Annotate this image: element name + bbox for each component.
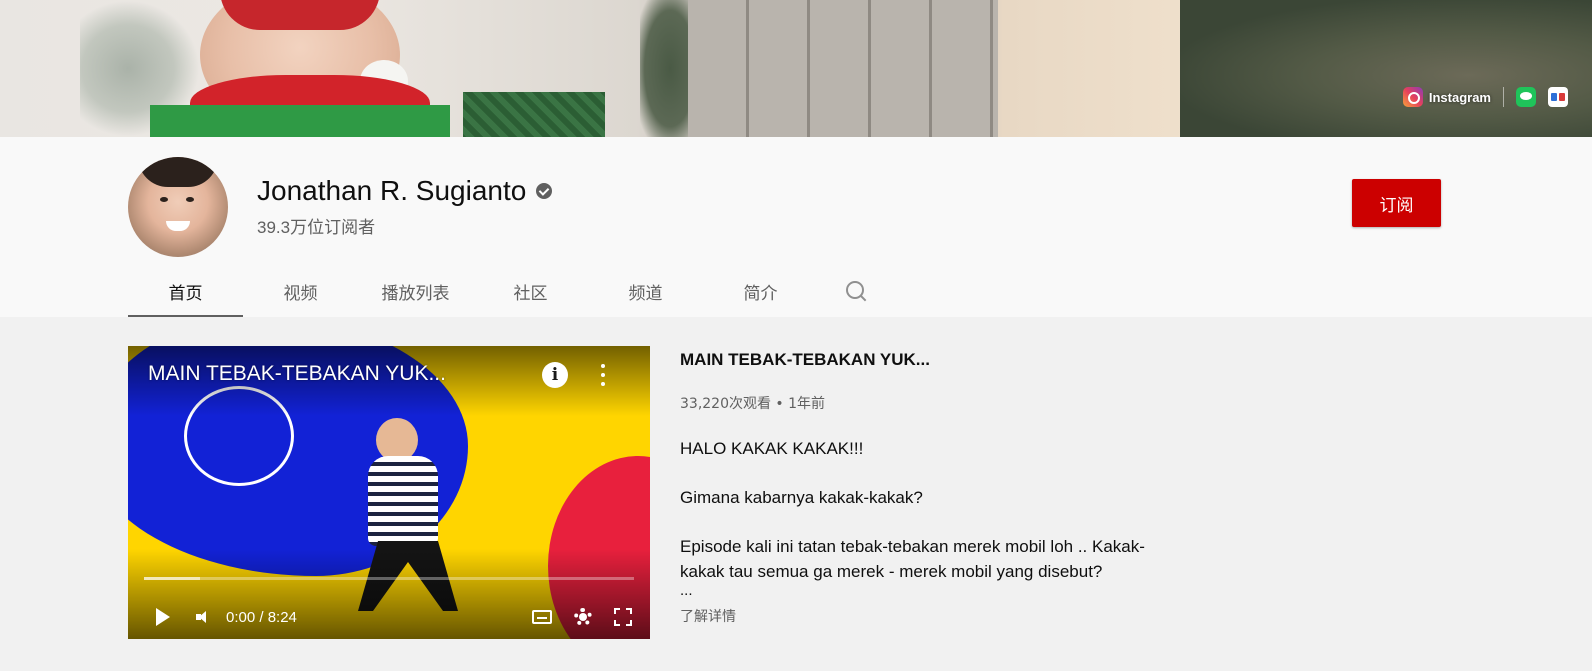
video-title[interactable]: MAIN TEBAK-TEBAKAN YUK...: [680, 350, 1160, 370]
more-options-icon[interactable]: [598, 362, 608, 388]
channel-name: Jonathan R. Sugianto: [257, 175, 527, 206]
tab-playlists[interactable]: 播放列表: [358, 265, 473, 317]
channel-tabs: 首页 视频 播放列表 社区 频道 简介: [128, 265, 886, 317]
channel-avatar[interactable]: [128, 157, 228, 257]
gear-icon[interactable]: [574, 608, 592, 626]
featured-video-player[interactable]: MAIN TEBAK-TEBAKAN YUK... i 0:00 / 8:24: [128, 346, 650, 639]
divider: [1503, 87, 1504, 107]
verified-icon: [536, 183, 553, 199]
subscriber-count: 39.3万位订阅者: [257, 218, 376, 237]
tab-home[interactable]: 首页: [128, 265, 243, 317]
player-title[interactable]: MAIN TEBAK-TEBAKAN YUK...: [148, 362, 446, 386]
channel-header: Jonathan R. Sugianto 39.3万位订阅者 订阅 首页 视频 …: [0, 137, 1592, 317]
instagram-link-label: Instagram: [1428, 89, 1491, 105]
video-description: HALO KAKAK KAKAK!!! Gimana kabarnya kaka…: [680, 437, 1160, 584]
fullscreen-icon[interactable]: [614, 608, 632, 626]
progress-bar[interactable]: [144, 577, 634, 580]
progress-fill: [144, 577, 201, 580]
volume-icon[interactable]: [196, 609, 212, 625]
instagram-icon: [1402, 87, 1423, 107]
time-display: 0:00 / 8:24: [226, 608, 297, 626]
tab-channels[interactable]: 频道: [588, 265, 703, 317]
instagram-link[interactable]: Instagram: [1402, 87, 1491, 107]
search-icon: [844, 279, 868, 303]
play-icon[interactable]: [156, 608, 170, 626]
read-more-link[interactable]: 了解详情: [680, 606, 736, 626]
video-meta: 33,220次观看 • 1年前: [680, 396, 826, 412]
link-icon: [1548, 87, 1568, 107]
description-ellipsis: ...: [680, 582, 693, 599]
tab-about[interactable]: 简介: [703, 265, 818, 317]
tab-videos[interactable]: 视频: [243, 265, 358, 317]
description-line: Gimana kabarnya kakak-kakak?: [680, 488, 923, 507]
featured-video-details: MAIN TEBAK-TEBAKAN YUK... 33,220次观看 • 1年…: [680, 346, 1160, 626]
subtitles-icon[interactable]: [532, 610, 552, 624]
banner-links: Instagram: [1402, 87, 1568, 107]
line-link[interactable]: [1516, 87, 1536, 107]
tab-community[interactable]: 社区: [473, 265, 588, 317]
channel-name-row: Jonathan R. Sugianto: [257, 175, 553, 207]
description-line: Episode kali ini tatan tebak-tebakan mer…: [680, 537, 1145, 581]
subscribe-button[interactable]: 订阅: [1352, 179, 1441, 227]
channel-search-button[interactable]: [826, 265, 886, 317]
external-link[interactable]: [1548, 87, 1568, 107]
line-icon: [1516, 87, 1536, 107]
info-icon[interactable]: i: [542, 362, 568, 388]
description-line: HALO KAKAK KAKAK!!!: [680, 439, 864, 458]
player-controls: 0:00 / 8:24: [128, 595, 650, 639]
channel-banner: Instagram: [0, 0, 1592, 137]
